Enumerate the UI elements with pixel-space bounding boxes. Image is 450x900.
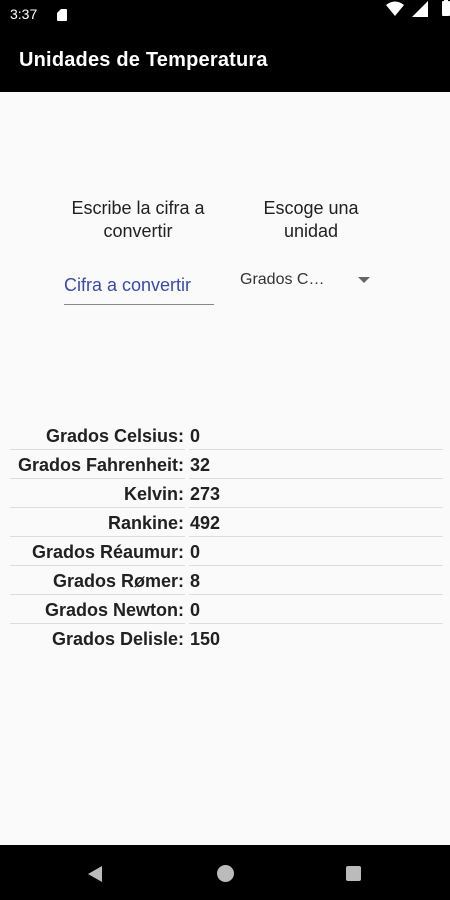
row-divider bbox=[189, 565, 443, 566]
result-label: Grados Fahrenheit: bbox=[17, 455, 184, 475]
result-value: 32 bbox=[190, 455, 211, 475]
result-value: 273 bbox=[190, 484, 221, 504]
sd-card-icon bbox=[57, 9, 67, 21]
result-label: Rankine: bbox=[107, 513, 184, 533]
result-row-celsius: Grados Celsius: 0 bbox=[0, 422, 450, 451]
row-divider bbox=[10, 565, 185, 566]
result-label: Grados Réaumur: bbox=[31, 542, 184, 562]
result-value: 0 bbox=[190, 542, 201, 562]
result-label: Kelvin: bbox=[123, 484, 184, 504]
result-row-rankine: Rankine: 492 bbox=[0, 509, 450, 538]
result-row-fahrenheit: Grados Fahrenheit: 32 bbox=[0, 451, 450, 480]
result-value: 150 bbox=[190, 629, 221, 649]
row-divider bbox=[189, 449, 443, 450]
row-divider bbox=[10, 449, 185, 450]
row-divider bbox=[189, 507, 443, 508]
unit-dropdown[interactable]: Grados C… bbox=[240, 266, 375, 296]
row-divider bbox=[10, 478, 185, 479]
results-list: Grados Celsius: 0 Grados Fahrenheit: 32 … bbox=[0, 422, 450, 654]
recents-icon[interactable] bbox=[346, 866, 361, 881]
result-row-kelvin: Kelvin: 273 bbox=[0, 480, 450, 509]
result-value: 492 bbox=[190, 513, 221, 533]
result-label: Grados Delisle: bbox=[51, 629, 184, 649]
battery-icon bbox=[442, 0, 450, 16]
number-input[interactable] bbox=[64, 266, 214, 305]
unit-prompt: Escoge una unidad bbox=[263, 198, 359, 241]
result-value: 0 bbox=[190, 426, 201, 446]
back-icon[interactable] bbox=[88, 866, 102, 882]
result-row-newton: Grados Newton: 0 bbox=[0, 596, 450, 625]
result-value: 0 bbox=[190, 600, 201, 620]
row-divider bbox=[10, 507, 185, 508]
row-divider bbox=[189, 594, 443, 595]
result-value: 8 bbox=[190, 571, 201, 591]
status-bar: 3:37 bbox=[0, 0, 450, 30]
row-divider bbox=[189, 536, 443, 537]
result-label: Grados Celsius: bbox=[45, 426, 184, 446]
row-divider bbox=[189, 623, 443, 624]
number-prompt: Escribe la cifra a convertir bbox=[71, 198, 205, 241]
home-icon[interactable] bbox=[217, 865, 234, 882]
result-row-romer: Grados Rømer: 8 bbox=[0, 567, 450, 596]
app-bar: Unidades de Temperatura bbox=[0, 30, 450, 92]
result-row-reaumur: Grados Réaumur: 0 bbox=[0, 538, 450, 567]
result-label: Grados Rømer: bbox=[52, 571, 184, 591]
unit-selected-value: Grados C… bbox=[240, 271, 325, 288]
row-divider bbox=[10, 594, 185, 595]
wifi-icon bbox=[386, 1, 404, 16]
row-divider bbox=[189, 478, 443, 479]
result-row-delisle: Grados Delisle: 150 bbox=[0, 625, 450, 654]
app-title: Unidades de Temperatura bbox=[19, 49, 268, 71]
signal-icon bbox=[412, 1, 428, 17]
status-time: 3:37 bbox=[10, 6, 38, 22]
row-divider bbox=[10, 536, 185, 537]
dropdown-arrow-icon bbox=[358, 277, 370, 283]
navigation-bar bbox=[0, 845, 450, 900]
result-label: Grados Newton: bbox=[44, 600, 184, 620]
row-divider bbox=[10, 623, 185, 624]
